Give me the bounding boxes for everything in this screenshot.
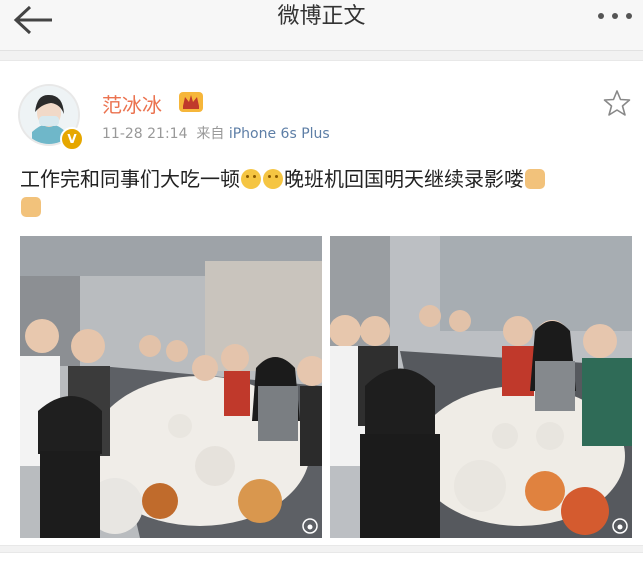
post-text: 工作完和同事们大吃一顿 晚班机回国明天继续录影喽 <box>20 165 620 221</box>
more-dots-icon[interactable] <box>595 8 635 24</box>
group-dinner-photo <box>330 236 632 538</box>
weibo-watermark-icon <box>612 518 628 534</box>
next-card-edge <box>0 552 643 572</box>
post-card: V 范冰冰 11-28 21:14 来自 iPhone 6s Plus 工作完和… <box>0 60 643 546</box>
vip-crown-icon <box>179 92 203 112</box>
source-link[interactable]: iPhone 6s Plus <box>229 126 330 142</box>
group-dinner-photo <box>20 236 322 538</box>
smile-emoji-icon <box>263 169 283 189</box>
smile-emoji-icon <box>241 169 261 189</box>
post-meta: 11-28 21:14 来自 iPhone 6s Plus <box>102 123 330 143</box>
post-text-part2: 晚班机回国明天继续录影喽 <box>284 167 524 191</box>
verified-v-icon: V <box>60 127 84 151</box>
fist-emoji-icon <box>525 169 545 189</box>
weibo-watermark-icon <box>302 518 318 534</box>
page-title: 微博正文 <box>277 4 366 29</box>
post-photo-1[interactable] <box>20 236 322 538</box>
timestamp: 11-28 21:14 <box>102 126 188 142</box>
source-prefix: 来自 <box>196 126 225 142</box>
author-name[interactable]: 范冰冰 <box>102 89 162 118</box>
post-photo-2[interactable] <box>330 236 632 538</box>
post-text-part1: 工作完和同事们大吃一顿 <box>20 167 240 191</box>
fist-emoji-icon <box>21 197 41 217</box>
star-outline-icon[interactable] <box>603 89 631 117</box>
top-bar: 微博正文 <box>0 0 643 51</box>
